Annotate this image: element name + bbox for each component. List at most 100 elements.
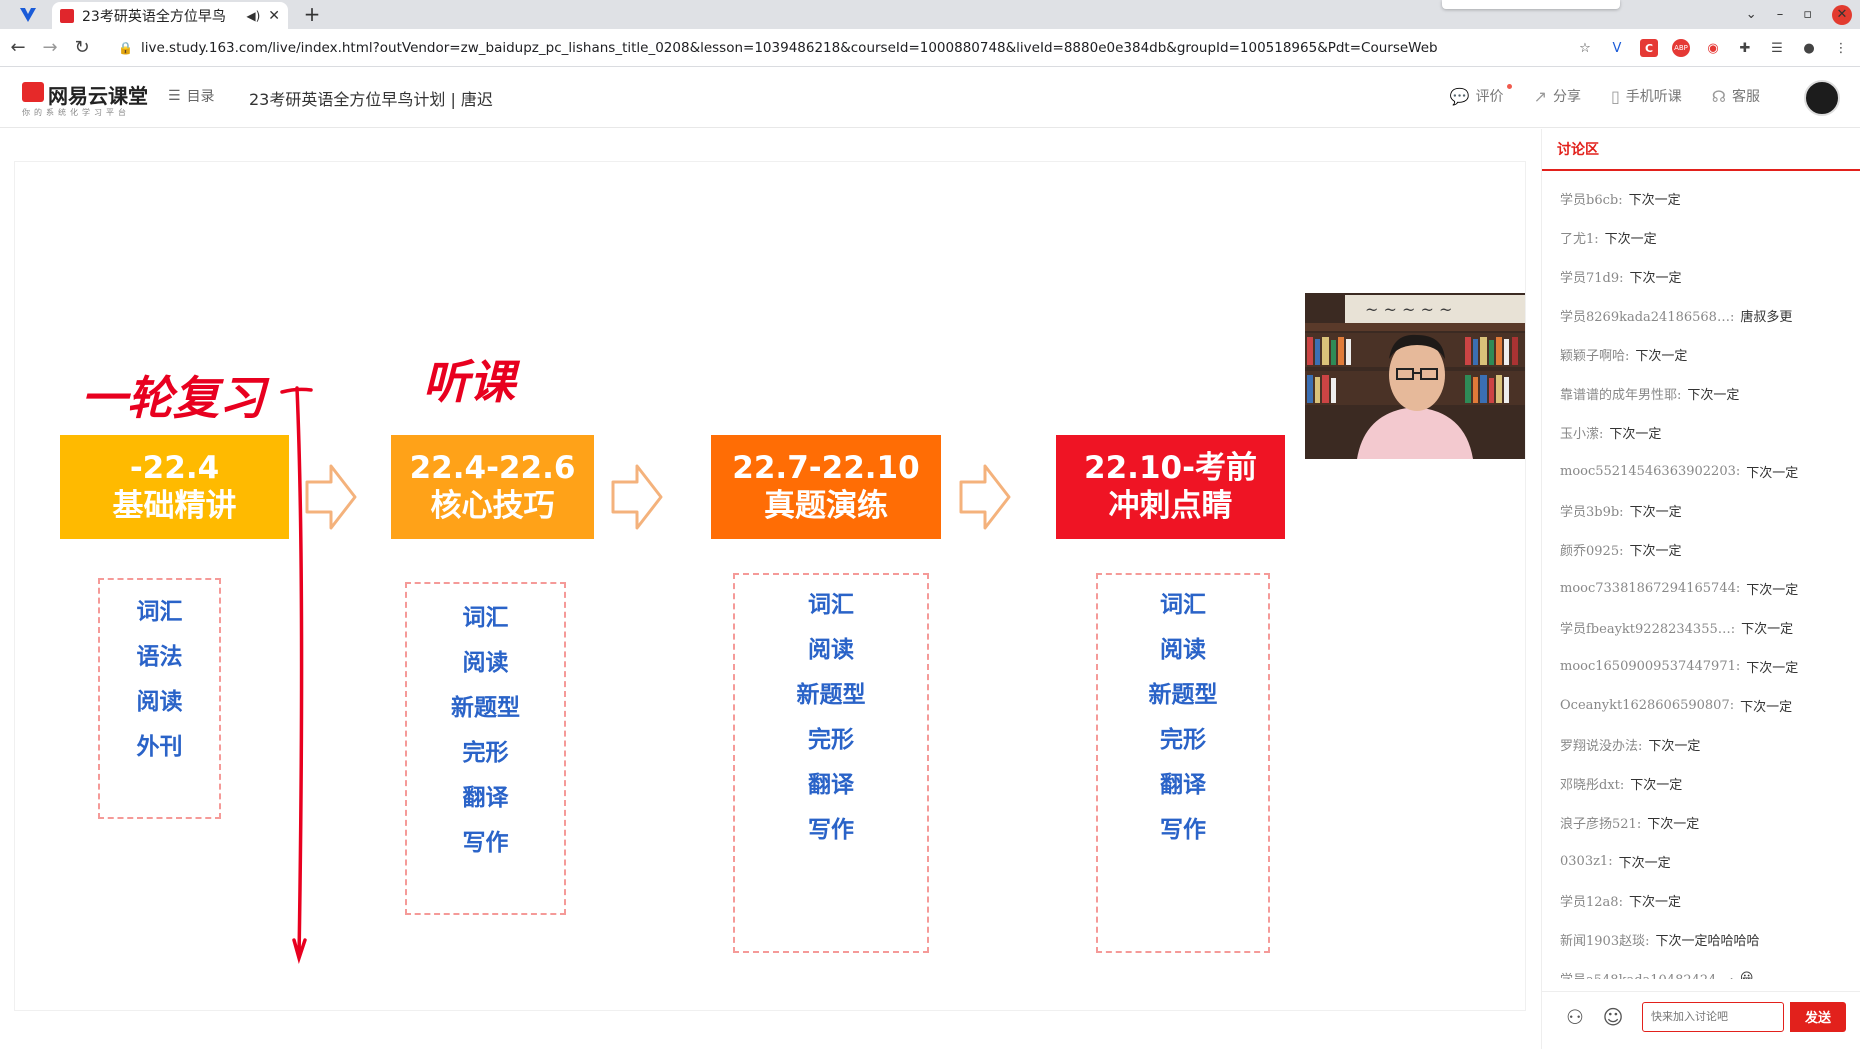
tab-title: 23考研英语全方位早鸟 <box>82 8 226 25</box>
topic-item: 写作 <box>808 817 854 843</box>
chat-username[interactable]: 学员a548kada10482424…: <box>1560 969 1734 979</box>
svg-text:~ ~ ~ ~ ~: ~ ~ ~ ~ ~ <box>1365 300 1452 319</box>
chat-username[interactable]: 颖颖子啊哈: <box>1560 345 1629 364</box>
chat-message: 学员b6cb: 下次一定 <box>1560 179 1856 218</box>
chat-username[interactable]: 玉小潆: <box>1560 423 1603 442</box>
share-button[interactable]: ↗ 分享 <box>1534 86 1581 106</box>
topic-item: 语法 <box>136 644 183 670</box>
chat-text: 下次一定 <box>1740 700 1793 715</box>
forward-icon[interactable]: → <box>36 34 64 62</box>
send-button[interactable]: 发送 <box>1790 1001 1846 1032</box>
restore-button[interactable]: ▫ <box>1803 7 1812 22</box>
user-settings-icon[interactable]: ⚇ <box>1562 1005 1588 1029</box>
browser-tab-active[interactable]: 23考研英语全方位早鸟 ◀) ✕ <box>52 2 288 29</box>
audio-playing-icon[interactable]: ◀) <box>246 9 260 23</box>
chat-input[interactable] <box>1642 1001 1784 1032</box>
adblock-icon[interactable]: ABP <box>1672 39 1690 57</box>
chat-username[interactable]: mooc16509009537447971: <box>1560 659 1740 674</box>
chat-username[interactable]: mooc55214546363902203: <box>1560 464 1740 479</box>
topic-item: 词汇 <box>136 599 183 625</box>
chat-message-list[interactable]: 学员b6cb: 下次一定 了尤1: 下次一定 学员71d9: 下次一定 学员8269kada… <box>1560 179 1856 979</box>
menu-icon: ☰ <box>168 88 181 104</box>
chat-text: 下次一定 <box>1630 778 1683 793</box>
chat-username[interactable]: 颜乔0925: <box>1560 540 1623 559</box>
chat-username[interactable]: 靠谱谱的成年男性耶: <box>1560 384 1681 403</box>
lock-icon[interactable]: 🔒 <box>118 41 133 55</box>
window-close-button[interactable]: ✕ <box>1832 4 1852 25</box>
topic-item: 完形 <box>808 727 854 753</box>
chat-username[interactable]: 学员3b9b: <box>1560 501 1624 520</box>
extension-tab-icon[interactable] <box>8 3 48 27</box>
chat-message: 邓晓彤dxt: 下次一定 <box>1560 764 1856 803</box>
arrow-right-icon <box>959 464 1011 530</box>
chat-username[interactable]: 0303z1: <box>1560 854 1613 869</box>
mobile-listen-label: 手机听课 <box>1625 89 1682 105</box>
teacher-webcam[interactable]: ~ ~ ~ ~ ~ <box>1305 293 1525 459</box>
chat-text: 下次一定 <box>1746 661 1799 676</box>
stage-box-sprint: 22.10-考前 冲刺点睛 <box>1056 435 1285 539</box>
chat-username[interactable]: Oceanykt1628606590807: <box>1560 698 1734 713</box>
customer-service-label: 客服 <box>1732 89 1760 105</box>
stage-name: 冲刺点睛 <box>1108 488 1233 524</box>
reading-list-icon[interactable]: ☰ <box>1768 39 1786 57</box>
chat-message: 靠谱谱的成年男性耶: 下次一定 <box>1560 374 1856 413</box>
topic-item: 写作 <box>1160 817 1206 843</box>
chat-text: 下次一定 <box>1746 583 1799 598</box>
chat-text: 下次一定哈哈哈哈 <box>1655 934 1760 949</box>
catalog-button[interactable]: ☰ 目录 <box>168 86 215 106</box>
arrow-right-icon <box>611 464 663 530</box>
handwritten-annotation-review: 一轮复习 <box>81 371 265 425</box>
chat-username[interactable]: 了尤1: <box>1560 228 1599 247</box>
chat-message: 0303z1: 下次一定 <box>1560 842 1856 881</box>
topic-list-sprint: 词汇 阅读 新题型 完形 翻译 写作 <box>1096 573 1270 953</box>
emoji-icon[interactable]: ☺ <box>1600 1005 1626 1029</box>
chat-username[interactable]: 学员fbeaykt9228234355…: <box>1560 618 1735 637</box>
chat-username[interactable]: 学员8269kada24186568…: <box>1560 306 1734 325</box>
user-avatar[interactable] <box>1804 80 1840 116</box>
chat-username[interactable]: 浪子彦扬521: <box>1560 813 1641 832</box>
topic-item: 新题型 <box>796 682 866 708</box>
stage-box-past-papers: 22.7-22.10 真题演练 <box>711 435 941 539</box>
chat-username[interactable]: 新闻1903赵琰: <box>1560 930 1649 949</box>
topic-item: 阅读 <box>808 637 854 663</box>
tab-search-icon[interactable]: ⌄ <box>1746 7 1757 22</box>
chat-text: 下次一定 <box>1648 739 1701 754</box>
arrow-right-icon <box>305 464 357 530</box>
topic-list-past-papers: 词汇 阅读 新题型 完形 翻译 写作 <box>733 573 929 953</box>
back-icon[interactable]: ← <box>4 34 32 62</box>
new-tab-button[interactable]: + <box>300 2 324 26</box>
mobile-listen-button[interactable]: ▯ 手机听课 <box>1611 86 1682 106</box>
bookmark-star-icon[interactable]: ☆ <box>1576 39 1594 57</box>
topic-item: 阅读 <box>1160 637 1206 663</box>
topic-list-foundation: 词汇 语法 阅读 外刊 <box>98 578 221 819</box>
chat-text: 下次一定 <box>1629 505 1682 520</box>
chat-message: 学员fbeaykt9228234355…: 下次一定 <box>1560 608 1856 647</box>
chat-text: 下次一定 <box>1746 466 1799 481</box>
netease-logo[interactable]: 网易云课堂 你的系统化学习平台 <box>20 80 150 120</box>
chat-username[interactable]: 学员71d9: <box>1560 267 1624 286</box>
notification-dot <box>1506 84 1512 89</box>
chat-username[interactable]: 学员12a8: <box>1560 891 1623 910</box>
chat-username[interactable]: 罗翔说没办法: <box>1560 735 1642 754</box>
discussion-tab[interactable]: 讨论区 <box>1542 129 1860 171</box>
browser-menu-icon[interactable]: ⋮ <box>1832 39 1850 57</box>
opera-extension-icon[interactable]: ◉ <box>1704 39 1722 57</box>
chat-username[interactable]: mooc73381867294165744: <box>1560 581 1740 596</box>
customer-service-button[interactable]: ☊ 客服 <box>1712 86 1760 106</box>
rate-button[interactable]: 💬 评价 <box>1450 84 1512 106</box>
extensions-puzzle-icon[interactable]: ✚ <box>1736 39 1754 57</box>
c-extension-icon[interactable]: C <box>1640 39 1658 57</box>
chat-username[interactable]: 邓晓彤dxt: <box>1560 774 1624 793</box>
chat-text: 下次一定 <box>1741 622 1794 637</box>
url-field[interactable]: 🔒 live.study.163.com/live/index.html?out… <box>118 34 1598 62</box>
profile-icon[interactable]: ● <box>1800 39 1818 57</box>
minimize-button[interactable]: – <box>1777 7 1784 22</box>
reload-icon[interactable]: ↻ <box>68 34 96 62</box>
stage-box-foundation: -22.4 基础精讲 <box>60 435 289 539</box>
extension-icons: ☆ V C ABP ◉ ✚ ☰ ● ⋮ <box>1576 34 1850 62</box>
close-tab-icon[interactable]: ✕ <box>268 8 280 24</box>
chat-username[interactable]: 学员b6cb: <box>1560 189 1623 208</box>
topic-item: 新题型 <box>451 695 520 721</box>
webcam-frame: ~ ~ ~ ~ ~ <box>1305 293 1525 459</box>
vpn-extension-icon[interactable]: V <box>1608 39 1626 57</box>
